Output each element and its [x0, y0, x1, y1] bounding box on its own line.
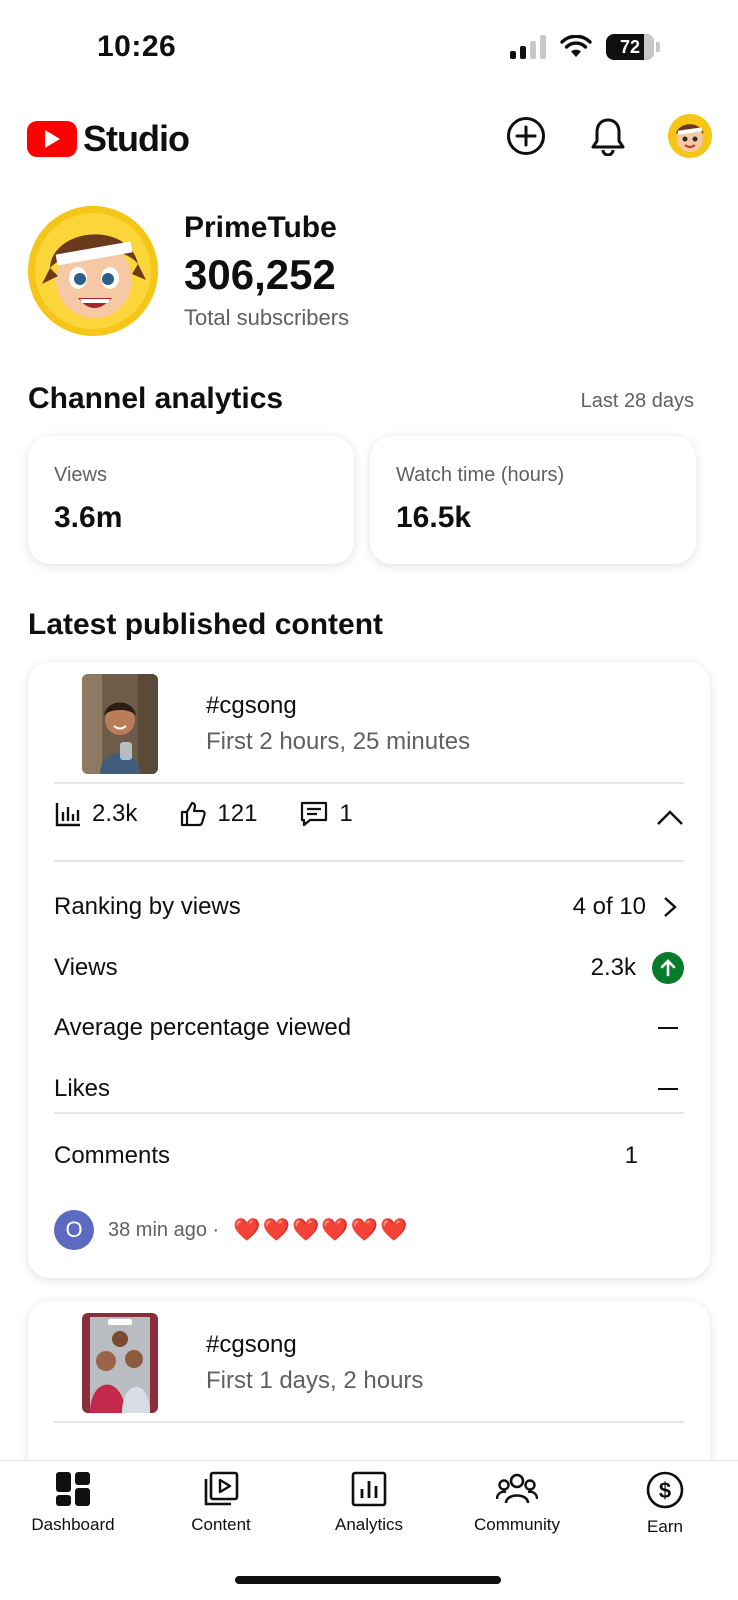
analytics-icon	[351, 1471, 387, 1507]
nav-label: Earn	[647, 1517, 683, 1536]
nav-label: Content	[191, 1515, 251, 1534]
channel-avatar	[28, 206, 158, 336]
nav-label: Analytics	[334, 1515, 404, 1534]
app-header: Studio	[0, 100, 738, 180]
comment-time: 38 min ago ·	[108, 1218, 220, 1241]
channel-summary: PrimeTube 306,252 Total subscribers	[28, 206, 349, 336]
status-icons: 72	[510, 34, 660, 60]
bell-icon	[591, 118, 625, 156]
logo-text: Studio	[83, 118, 190, 159]
battery-indicator: 72	[606, 34, 654, 60]
video-stats: 2.3k 121 1	[54, 800, 353, 828]
collapse-button[interactable]	[656, 808, 684, 831]
metric-label: Watch time (hours)	[396, 464, 565, 486]
status-time: 10:26	[97, 30, 177, 63]
metric-value: 16.5k	[396, 501, 472, 534]
latest-comment[interactable]: O 38 min ago · ❤️❤️❤️❤️❤️❤️	[54, 1210, 410, 1250]
views-count: 2.3k	[92, 800, 138, 827]
comment-icon	[301, 801, 328, 827]
views-detail-value: 2.3k	[590, 954, 636, 981]
chevron-up-icon	[657, 810, 683, 825]
video-row[interactable]: #cgsong First 1 days, 2 hours	[28, 1301, 710, 1421]
battery-level-text: 72	[619, 36, 641, 57]
status-bar: 10:26 72	[0, 0, 738, 100]
nav-earn[interactable]: $ Earn	[600, 1471, 730, 1537]
likes-count: 121	[217, 800, 258, 827]
avg-percentage-row: Average percentage viewed	[54, 1008, 684, 1048]
video-title: #cgsong	[206, 1331, 297, 1358]
analytics-period: Last 28 days	[580, 390, 694, 412]
chevron-right-icon	[664, 897, 677, 917]
video-period: First 1 days, 2 hours	[206, 1367, 424, 1394]
youtube-play-icon	[27, 121, 77, 157]
thumbs-up-icon	[181, 801, 207, 827]
video-card: #cgsong First 1 days, 2 hours	[28, 1301, 710, 1481]
comment-text: ❤️❤️❤️❤️❤️❤️	[233, 1217, 410, 1242]
video-title: #cgsong	[206, 692, 297, 719]
create-button[interactable]	[504, 114, 548, 158]
dashboard-icon	[56, 1472, 90, 1506]
commenter-avatar: O	[54, 1210, 94, 1250]
latest-video-card: #cgsong First 2 hours, 25 minutes 2.3k 1…	[28, 662, 710, 1278]
ranking-value: 4 of 10	[572, 893, 646, 920]
nav-label: Community	[474, 1515, 560, 1534]
detail-label: Likes	[54, 1075, 111, 1102]
nav-community[interactable]: Community	[452, 1471, 582, 1535]
likes-stat: 121	[179, 800, 257, 828]
add-circle-icon	[507, 117, 545, 155]
latest-content-title: Latest published content	[28, 608, 384, 641]
subscriber-count: 306,252	[184, 251, 336, 298]
nav-content[interactable]: Content	[156, 1471, 286, 1535]
home-indicator[interactable]	[235, 1576, 501, 1584]
dashboard-main: PrimeTube 306,252 Total subscribers Chan…	[0, 180, 738, 1481]
comments-total: 1	[624, 1142, 638, 1169]
ranking-row[interactable]: Ranking by views 4 of 10	[54, 887, 684, 927]
video-thumbnail[interactable]	[82, 674, 158, 774]
studio-logo[interactable]: Studio	[27, 118, 190, 160]
bar-chart-icon	[55, 803, 80, 827]
comments-count: 1	[339, 800, 353, 827]
video-period: First 2 hours, 25 minutes	[206, 728, 471, 755]
account-avatar[interactable]	[668, 114, 712, 158]
trend-up-icon	[652, 952, 684, 984]
signal-icon	[510, 35, 546, 59]
channel-analytics-title: Channel analytics	[28, 382, 284, 415]
earn-icon: $	[646, 1471, 684, 1509]
detail-label: Average percentage viewed	[54, 1014, 352, 1041]
comments-stat: 1	[299, 800, 353, 828]
video-thumbnail[interactable]	[82, 1313, 158, 1413]
likes-detail-row: Likes	[54, 1069, 684, 1109]
no-data-dash	[658, 1027, 678, 1029]
detail-label: Views	[54, 954, 118, 981]
watch-time-metric-card[interactable]: Watch time (hours) 16.5k	[370, 436, 696, 564]
channel-name: PrimeTube	[184, 211, 337, 244]
views-stat: 2.3k	[54, 800, 137, 828]
content-icon	[204, 1471, 239, 1506]
notifications-button[interactable]	[586, 114, 630, 158]
comments-row[interactable]: Comments 1	[54, 1136, 684, 1176]
wifi-icon	[560, 35, 592, 57]
metric-value: 3.6m	[54, 501, 123, 534]
nav-analytics[interactable]: Analytics	[304, 1471, 434, 1535]
video-row[interactable]: #cgsong First 2 hours, 25 minutes	[28, 662, 710, 782]
detail-label: Ranking by views	[54, 893, 241, 920]
community-icon	[496, 1473, 538, 1504]
nav-label: Dashboard	[31, 1515, 115, 1534]
views-metric-card[interactable]: Views 3.6m	[28, 436, 354, 564]
comments-label: Comments	[54, 1142, 171, 1169]
subscriber-label: Total subscribers	[184, 305, 350, 330]
svg-text:$: $	[659, 1478, 671, 1503]
metric-label: Views	[54, 464, 107, 486]
nav-dashboard[interactable]: Dashboard	[8, 1471, 138, 1535]
no-data-dash	[658, 1088, 678, 1090]
views-detail-row: Views 2.3k	[54, 948, 684, 988]
